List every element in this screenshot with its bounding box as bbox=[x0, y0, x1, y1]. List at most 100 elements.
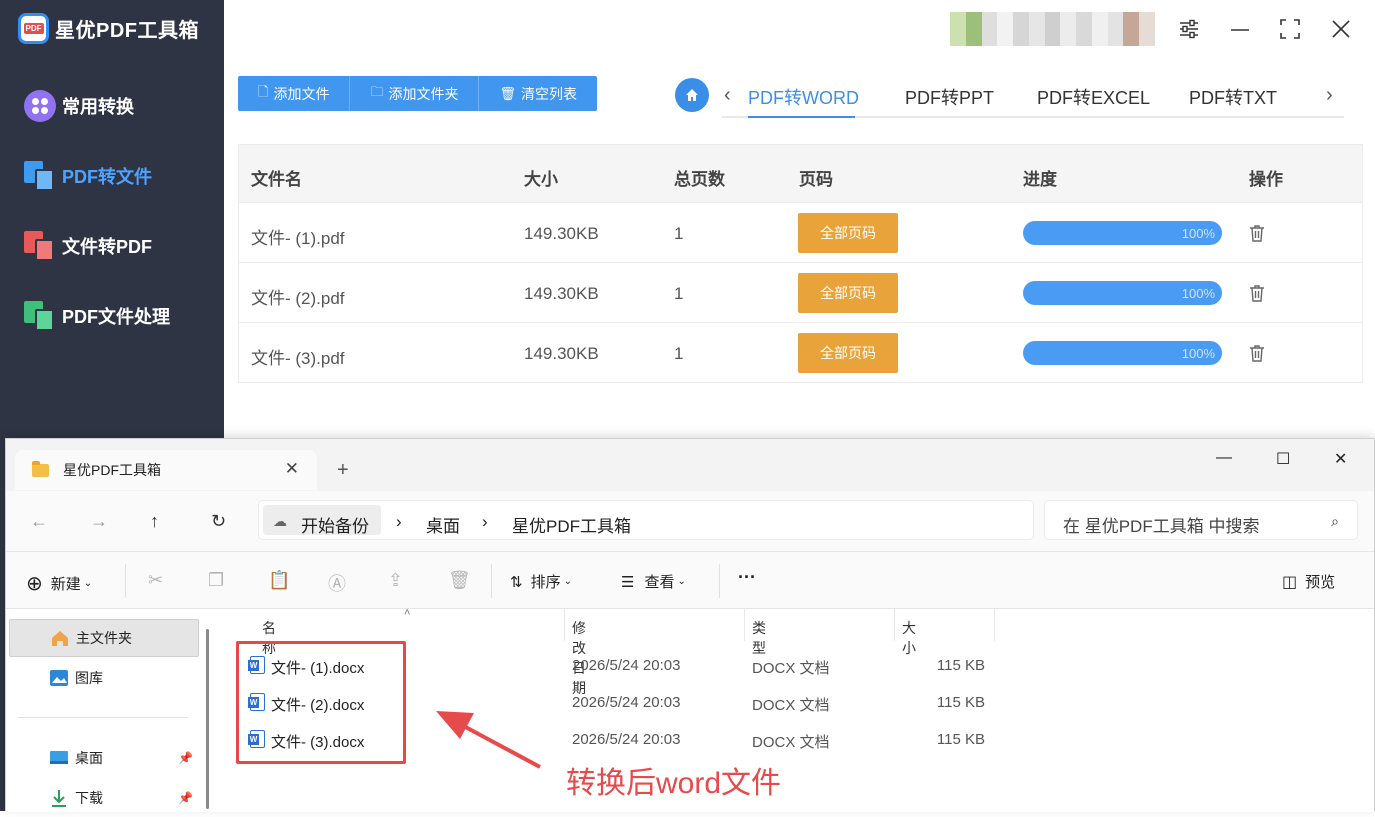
table-header: 文件名 大小 总页数 页码 进度 操作 bbox=[239, 145, 1362, 203]
sidebar-item-label: PDF文件处理 bbox=[62, 307, 170, 327]
sidebar-scrollbar[interactable] bbox=[206, 629, 209, 809]
progress-bar: 100% bbox=[1023, 341, 1222, 365]
breadcrumb-desktop[interactable]: 桌面 bbox=[426, 512, 460, 537]
file-date: 2026/5/24 20:03 bbox=[572, 731, 681, 748]
file-size: 115 KB bbox=[936, 731, 985, 748]
home-icon[interactable] bbox=[675, 78, 709, 112]
breadcrumb-folder[interactable]: 星优PDF工具箱 bbox=[512, 512, 631, 537]
col-size: 大小 bbox=[524, 170, 558, 189]
trash-icon: 🗑 bbox=[499, 85, 516, 101]
sidebar-item-common-convert[interactable]: 常用转换 bbox=[24, 88, 134, 124]
more-options-icon[interactable]: ··· bbox=[738, 567, 756, 588]
sidebar-item-downloads[interactable]: 下载 📌 bbox=[9, 779, 199, 817]
explorer-tab[interactable]: 星优PDF工具箱 ✕ bbox=[15, 450, 317, 490]
conversion-tabs: ‹ PDF转WORD PDF转PPT PDF转EXCEL PDF转TXT › bbox=[722, 76, 1344, 118]
back-arrow-icon[interactable]: ← bbox=[30, 511, 48, 532]
folder-icon: 🗀 bbox=[370, 83, 384, 99]
col-action: 操作 bbox=[1249, 170, 1283, 189]
up-arrow-icon[interactable]: ↑ bbox=[150, 511, 159, 532]
close-tab-icon[interactable]: ✕ bbox=[285, 459, 299, 479]
view-list-icon: ☰ bbox=[621, 573, 635, 591]
sidebar-item-desktop[interactable]: 桌面 📌 bbox=[9, 739, 199, 777]
paste-icon[interactable]: 📋 bbox=[268, 570, 290, 591]
minimize-icon[interactable] bbox=[1229, 18, 1251, 46]
cloud-backup-icon: ☁ bbox=[273, 513, 287, 529]
tab-pdf-to-txt[interactable]: PDF转TXT bbox=[1189, 84, 1277, 110]
grid-circle-icon bbox=[24, 90, 56, 122]
all-pages-button[interactable]: 全部页码 bbox=[798, 333, 898, 373]
desktop-icon bbox=[49, 748, 69, 768]
sidebar-item-home[interactable]: 主文件夹 bbox=[9, 619, 199, 657]
share-icon[interactable]: ⇪ bbox=[388, 570, 403, 591]
breadcrumb-backup[interactable]: 开始备份 bbox=[301, 512, 369, 537]
chevron-left-icon[interactable]: ‹ bbox=[724, 84, 731, 107]
progress-bar: 100% bbox=[1023, 281, 1222, 305]
app-title: 星优PDF工具箱 bbox=[55, 20, 199, 42]
tab-pdf-to-ppt[interactable]: PDF转PPT bbox=[905, 84, 994, 110]
sort-button[interactable]: ⇅ 排序 ⌄ bbox=[510, 571, 572, 592]
view-button[interactable]: ☰ 查看 ⌄ bbox=[621, 571, 686, 592]
pdf-to-file-icon bbox=[24, 160, 56, 192]
copy-icon[interactable]: ❐ bbox=[208, 570, 224, 591]
preview-label: 预览 bbox=[1305, 574, 1336, 591]
sidebar-item-label: 文件转PDF bbox=[62, 237, 152, 257]
sidebar-item-gallery[interactable]: 图库 bbox=[9, 659, 199, 697]
address-bar-row: ← → ↑ ↻ ☁ 开始备份 › 桌面 › 星优PDF工具箱 在 星优PDF工具… bbox=[6, 491, 1374, 551]
divider bbox=[125, 564, 126, 598]
all-pages-button[interactable]: 全部页码 bbox=[798, 213, 898, 253]
file-to-pdf-icon bbox=[24, 230, 56, 262]
sort-icon: ⇅ bbox=[510, 573, 523, 591]
search-placeholder: 在 星优PDF工具箱 中搜索 bbox=[1063, 517, 1260, 536]
close-icon[interactable]: ✕ bbox=[1334, 449, 1347, 469]
new-button[interactable]: ⊕ 新建 ⌄ bbox=[26, 571, 92, 596]
refresh-icon[interactable]: ↻ bbox=[211, 511, 226, 532]
all-pages-button[interactable]: 全部页码 bbox=[798, 273, 898, 313]
delete-icon[interactable] bbox=[1249, 284, 1265, 307]
breadcrumb-separator-icon: › bbox=[396, 512, 402, 531]
sidebar-item-pdf-process[interactable]: PDF文件处理 bbox=[24, 298, 170, 334]
maximize-icon[interactable]: ☐ bbox=[1276, 449, 1290, 469]
folder-icon bbox=[32, 460, 49, 477]
sidebar-item-pdf-to-file[interactable]: PDF转文件 bbox=[24, 158, 152, 194]
app-logo: PDF 星优PDF工具箱 bbox=[18, 13, 199, 44]
gallery-icon bbox=[49, 668, 69, 688]
settings-icon[interactable] bbox=[1178, 18, 1200, 46]
forward-arrow-icon[interactable]: → bbox=[90, 511, 108, 532]
cut-icon[interactable]: ✂ bbox=[148, 570, 163, 591]
command-bar: ⊕ 新建 ⌄ ✂ ❐ 📋 Ⓐ ⇪ 🗑 ⇅ 排序 ⌄ ☰ 查看 ⌄ ··· ◫ 预览 bbox=[6, 551, 1374, 609]
minimize-icon[interactable]: — bbox=[1216, 449, 1232, 467]
pin-icon: 📌 bbox=[178, 751, 193, 765]
preview-button[interactable]: ◫ 预览 bbox=[1282, 571, 1335, 592]
delete-icon[interactable] bbox=[1249, 344, 1265, 367]
maximize-icon[interactable] bbox=[1279, 18, 1301, 46]
clear-list-label: 清空列表 bbox=[520, 85, 577, 102]
highlight-box bbox=[236, 641, 406, 764]
user-avatar-pixelated[interactable] bbox=[950, 12, 1155, 46]
col-filename: 文件名 bbox=[251, 170, 302, 189]
delete-icon[interactable] bbox=[1249, 224, 1265, 247]
sidebar-item-label: 桌面 bbox=[75, 750, 103, 766]
chevron-right-icon[interactable]: › bbox=[1326, 84, 1333, 107]
sort-caret-icon: ˄ bbox=[404, 607, 411, 619]
table-row: 文件- (1).pdf 149.30KB 1 全部页码 100% bbox=[239, 203, 1362, 263]
search-input[interactable]: 在 星优PDF工具箱 中搜索 ⌕ bbox=[1044, 500, 1358, 540]
file-date: 2026/5/24 20:03 bbox=[572, 694, 681, 711]
col-page-range: 页码 bbox=[799, 170, 833, 189]
add-file-button[interactable]: 🗋 添加文件 bbox=[238, 76, 351, 111]
plus-circle-icon: ⊕ bbox=[26, 573, 43, 595]
new-tab-icon[interactable]: + bbox=[337, 459, 349, 482]
file-size: 149.30KB bbox=[524, 224, 599, 243]
tab-pdf-to-word[interactable]: PDF转WORD bbox=[748, 84, 859, 110]
delete-icon[interactable]: 🗑 bbox=[448, 570, 471, 591]
divider bbox=[564, 609, 565, 641]
clear-list-button[interactable]: 🗑 清空列表 bbox=[479, 76, 597, 111]
sidebar-item-label: 图库 bbox=[75, 670, 103, 686]
file-type: DOCX 文档 bbox=[752, 660, 830, 677]
add-folder-label: 添加文件夹 bbox=[388, 85, 459, 102]
tab-pdf-to-excel[interactable]: PDF转EXCEL bbox=[1037, 84, 1150, 110]
address-bar[interactable]: ☁ 开始备份 › 桌面 › 星优PDF工具箱 bbox=[258, 500, 1034, 540]
close-icon[interactable] bbox=[1330, 18, 1352, 46]
add-folder-button[interactable]: 🗀 添加文件夹 bbox=[350, 76, 480, 111]
rename-icon[interactable]: Ⓐ bbox=[328, 570, 346, 596]
sidebar-item-file-to-pdf[interactable]: 文件转PDF bbox=[24, 228, 152, 264]
